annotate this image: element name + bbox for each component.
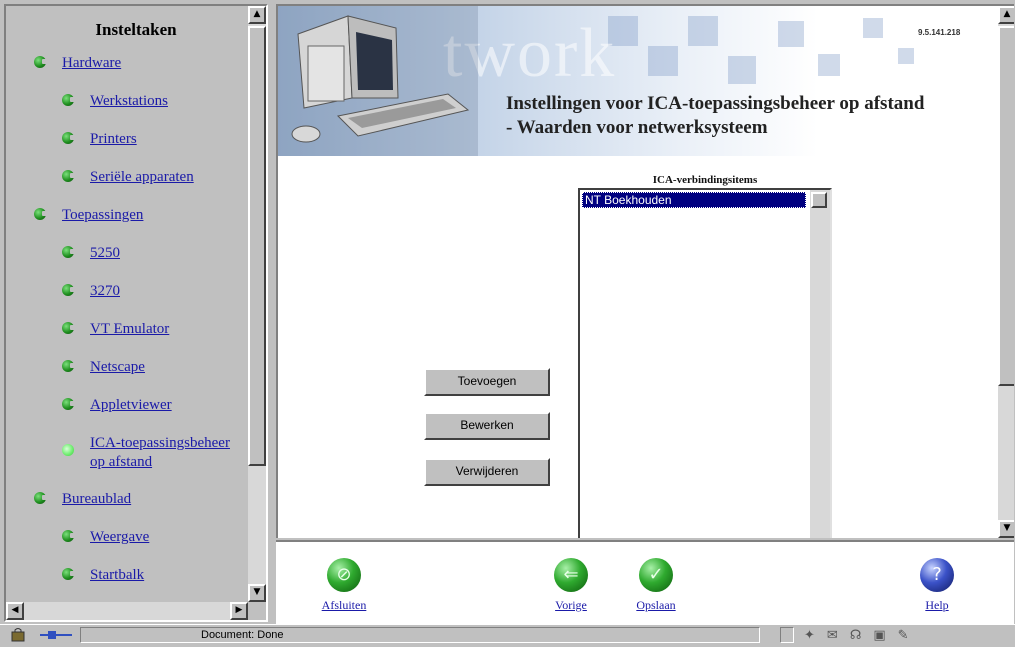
scroll-left-icon[interactable]: ◀	[6, 602, 24, 620]
back-icon: ⇐	[554, 558, 588, 592]
status-text: Document: Done	[80, 627, 760, 643]
discussion-icon[interactable]: ☊	[850, 628, 874, 643]
page-title-line1: Instellingen voor ICA-toepassingsbeheer …	[506, 93, 925, 114]
nav-item[interactable]: Seriële apparaten	[62, 168, 246, 187]
mail-icon[interactable]: ✉	[827, 628, 850, 643]
bullet-icon	[62, 322, 75, 334]
nav-link[interactable]: Weergave	[90, 528, 149, 547]
back-label[interactable]: Vorige	[538, 598, 604, 613]
scroll-down-icon[interactable]: ▼	[248, 584, 266, 602]
scroll-up-icon[interactable]	[811, 192, 827, 208]
computer-illustration	[278, 6, 478, 156]
help-label[interactable]: Help	[904, 598, 970, 613]
nav-item[interactable]: 5250	[62, 244, 246, 263]
nav-item[interactable]: ICA-toepassingsbeheer op afstand	[62, 434, 246, 472]
composer-icon[interactable]: ▣	[873, 628, 897, 643]
nav-item[interactable]: Toepassingen	[34, 206, 246, 225]
ica-connection-listbox[interactable]: NT Boekhouden	[578, 188, 832, 538]
nav-item[interactable]: Hardware	[34, 54, 246, 73]
help-button[interactable]: ? Help	[904, 558, 970, 613]
nav-item[interactable]: Netscape	[62, 358, 246, 377]
bottom-toolbar: ⊘ Afsluiten ⇐ Vorige ✓ Opslaan ? Help	[276, 540, 1014, 624]
bullet-icon	[62, 94, 75, 106]
bullet-icon	[62, 170, 75, 182]
close-label[interactable]: Afsluiten	[306, 598, 382, 613]
nav-item[interactable]: Startbalk	[62, 566, 246, 585]
nav-link[interactable]: Startbalk	[90, 566, 144, 585]
bullet-icon	[62, 284, 75, 296]
save-icon: ✓	[639, 558, 673, 592]
bullet-icon	[62, 530, 75, 542]
nav-link[interactable]: 5250	[90, 244, 120, 263]
nav-link[interactable]: Netscape	[90, 358, 145, 377]
nav-link[interactable]: Printers	[90, 130, 137, 149]
bullet-icon	[34, 492, 47, 504]
scroll-up-icon[interactable]: ▲	[248, 6, 266, 24]
bullet-icon	[62, 398, 75, 410]
nav-horizontal-scrollbar[interactable]: ◀ ▶	[6, 602, 248, 620]
content-frame: twork 9.5.141.218 Instellingen voor ICA-…	[276, 4, 1014, 538]
bullet-icon	[62, 568, 75, 580]
scrollbar-thumb[interactable]	[248, 26, 266, 466]
nav-link[interactable]: VT Emulator	[90, 320, 169, 339]
back-button[interactable]: ⇐ Vorige	[538, 558, 604, 613]
component-bar: ✦✉☊▣✎	[804, 628, 1004, 643]
nav-link[interactable]: Hardware	[62, 54, 121, 73]
nav-item[interactable]: 3270	[62, 282, 246, 301]
nav-link[interactable]: Appletviewer	[90, 396, 172, 415]
nav-link[interactable]: Toepassingen	[62, 206, 143, 225]
scroll-up-icon[interactable]: ▲	[998, 6, 1014, 24]
close-icon: ⊘	[327, 558, 361, 592]
close-button[interactable]: ⊘ Afsluiten	[306, 558, 382, 613]
help-icon: ?	[920, 558, 954, 592]
nav-title: Insteltaken	[95, 20, 177, 39]
nav-item[interactable]: Weergave	[62, 528, 246, 547]
page-title: Instellingen voor ICA-toepassingsbeheer …	[506, 92, 996, 140]
bullet-icon	[62, 246, 75, 258]
nav-item[interactable]: VT Emulator	[62, 320, 246, 339]
nav-link[interactable]: 3270	[90, 282, 120, 301]
nav-item[interactable]: Werkstations	[62, 92, 246, 111]
scroll-right-icon[interactable]: ▶	[230, 602, 248, 620]
nav-item[interactable]: Appletviewer	[62, 396, 246, 415]
header-banner: twork 9.5.141.218 Instellingen voor ICA-…	[278, 6, 998, 156]
ip-address-label: 9.5.141.218	[918, 28, 961, 37]
bullet-icon	[62, 360, 75, 372]
nav-frame: Insteltaken Hardware Werkstations Printers…	[4, 4, 268, 622]
edit-button[interactable]: Bewerken	[424, 412, 550, 440]
add-button[interactable]: Toevoegen	[424, 368, 550, 396]
nav-link[interactable]: ICA-toepassingsbeheer op afstand	[90, 434, 246, 472]
nav-vertical-scrollbar[interactable]: ▲ ▼	[248, 6, 266, 602]
listbox-scrollbar[interactable]	[810, 190, 830, 538]
list-item[interactable]: NT Boekhouden	[582, 192, 806, 208]
scrollbar-thumb[interactable]	[998, 26, 1014, 386]
nav-item[interactable]: Bureaublad	[34, 490, 246, 509]
navigator-icon[interactable]: ✦	[804, 628, 827, 643]
delete-button[interactable]: Verwijderen	[424, 458, 550, 486]
progress-field	[780, 627, 794, 643]
connection-icon	[38, 628, 74, 642]
listbox-caption: ICA-verbindingsitems	[652, 174, 758, 186]
bullet-icon	[34, 56, 47, 68]
page-title-line2: - Waarden voor netwerksysteem	[506, 117, 768, 138]
nav-link[interactable]: Werkstations	[90, 92, 168, 111]
status-bar: Document: Done ✦✉☊▣✎	[0, 624, 1015, 645]
nav-link[interactable]: Bureaublad	[62, 490, 131, 509]
security-lock-icon	[10, 628, 30, 642]
bullet-icon	[62, 132, 75, 144]
nav-link[interactable]: Seriële apparaten	[90, 168, 194, 187]
bullet-icon	[34, 208, 47, 220]
save-label[interactable]: Opslaan	[618, 598, 694, 613]
content-vertical-scrollbar[interactable]: ▲ ▼	[998, 6, 1014, 538]
editor-icon[interactable]: ✎	[898, 628, 921, 643]
bullet-icon	[62, 444, 74, 456]
scroll-down-icon[interactable]: ▼	[998, 520, 1014, 538]
save-button[interactable]: ✓ Opslaan	[618, 558, 694, 613]
nav-item[interactable]: Printers	[62, 130, 246, 149]
